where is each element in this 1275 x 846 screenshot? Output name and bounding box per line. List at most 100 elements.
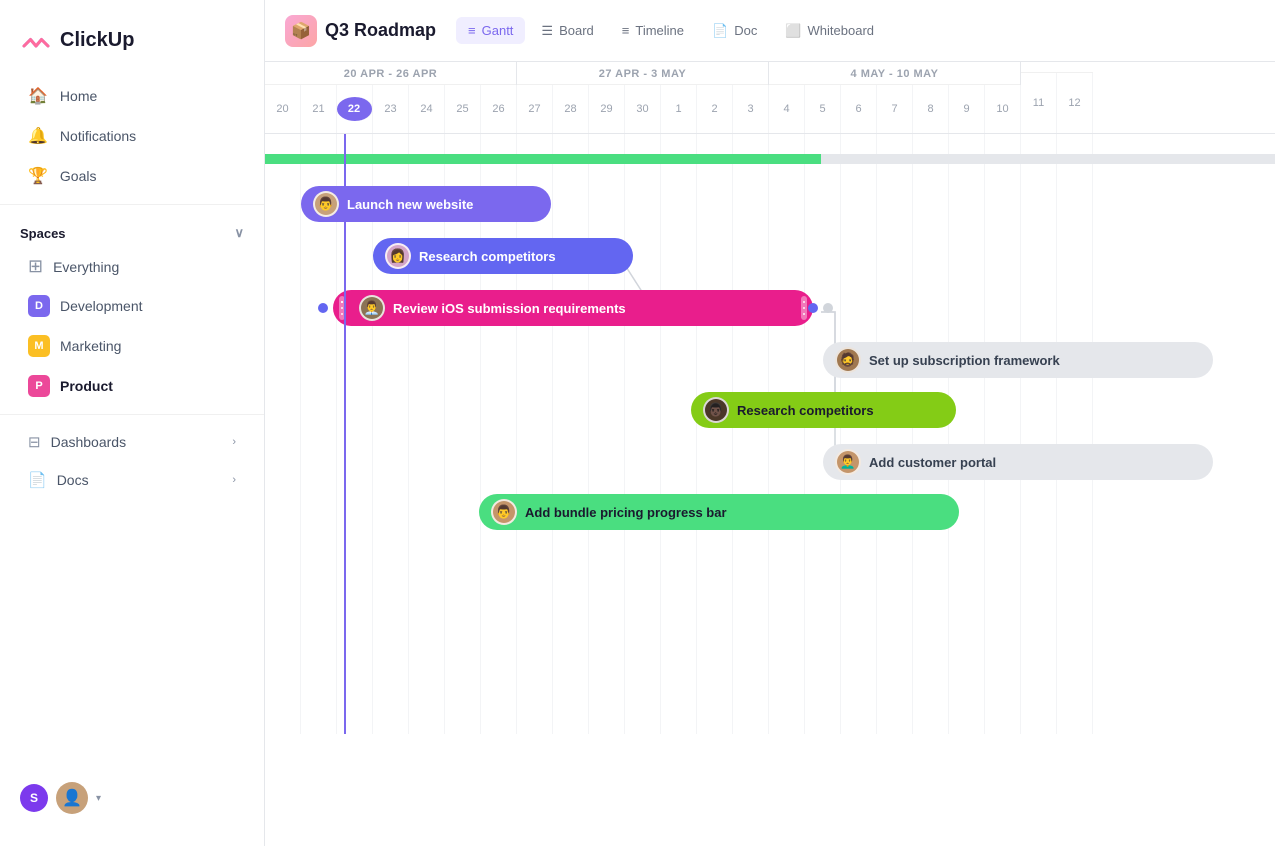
- days-row-4: 11 12: [1021, 73, 1093, 133]
- bar-avatar-research1: 👩: [385, 243, 411, 269]
- trophy-icon: 🏆: [28, 166, 48, 186]
- development-badge: D: [28, 295, 50, 317]
- sidebar-item-notifications-label: Notifications: [60, 128, 136, 144]
- bar-label-ios: Review iOS submission requirements: [393, 301, 626, 316]
- sidebar-item-dashboards[interactable]: ⊟ Dashboards ›: [8, 424, 256, 460]
- sidebar-product-label: Product: [60, 378, 113, 394]
- tab-timeline-label: Timeline: [635, 23, 684, 38]
- chevron-right-icon-2: ›: [232, 474, 236, 486]
- tab-gantt[interactable]: ≡ Gantt: [456, 17, 525, 44]
- day-22: 22: [337, 85, 373, 133]
- tab-board[interactable]: ☰ Board: [529, 17, 605, 45]
- docs-icon: 📄: [28, 471, 47, 489]
- divider-2: [0, 414, 264, 415]
- tab-doc[interactable]: 📄 Doc: [700, 17, 769, 45]
- week-label-1: 20 APR - 26 APR: [265, 62, 516, 85]
- avatar-area: S 👤 ▾: [0, 766, 264, 830]
- chevron-down-icon: ∨: [234, 225, 244, 241]
- spaces-label: Spaces: [20, 226, 66, 241]
- tab-whiteboard[interactable]: ⬜ Whiteboard: [773, 17, 886, 45]
- whiteboard-icon: ⬜: [785, 23, 801, 39]
- days-row-2: 27 28 29 30 1 2 3: [517, 85, 768, 133]
- days-row-1: 20 21 22 23 24 25 26: [265, 85, 516, 133]
- bar-avatar-bundle: 👨: [491, 499, 517, 525]
- bar-subscription[interactable]: 🧔 Set up subscription framework: [823, 342, 1213, 378]
- doc-icon: 📄: [712, 23, 728, 39]
- gantt-icon: ≡: [468, 23, 476, 38]
- sidebar-item-marketing[interactable]: M Marketing: [8, 327, 256, 365]
- bar-avatar-research2: 👨🏿: [703, 397, 729, 423]
- gantt-inner: TODAY �: [265, 134, 1275, 734]
- week-label-4: [1021, 62, 1093, 73]
- clickup-logo-icon: [20, 24, 52, 56]
- day-25: 25: [445, 85, 481, 133]
- bar-customer-portal[interactable]: 👨‍🦱 Add customer portal: [823, 444, 1213, 480]
- week-group-1: 20 APR - 26 APR 20 21 22 23 24 25 26: [265, 62, 517, 133]
- sidebar-development-label: Development: [60, 298, 143, 314]
- day-26: 26: [481, 85, 517, 133]
- bar-launch-website[interactable]: 👨 Launch new website: [301, 186, 551, 222]
- dashboards-icon: ⊟: [28, 433, 41, 451]
- avatar-user: 👤: [56, 782, 88, 814]
- sidebar: ClickUp 🏠 Home 🔔 Notifications 🏆 Goals S…: [0, 0, 265, 846]
- bar-avatar-ios: 👨‍💼: [359, 295, 385, 321]
- sidebar-item-home-label: Home: [60, 88, 97, 104]
- progress-bar-bg: [265, 154, 1275, 164]
- bar-review-ios[interactable]: 👨‍💼 Review iOS submission requirements: [333, 290, 813, 326]
- bar-label-sub: Set up subscription framework: [869, 353, 1060, 368]
- bar-bundle-pricing[interactable]: 👨 Add bundle pricing progress bar: [479, 494, 959, 530]
- marketing-badge: M: [28, 335, 50, 357]
- bar-label-portal: Add customer portal: [869, 455, 996, 470]
- divider-1: [0, 204, 264, 205]
- week-label-3: 4 MAY - 10 MAY: [769, 62, 1020, 85]
- topbar: 📦 Q3 Roadmap ≡ Gantt ☰ Board ≡ Timeline …: [265, 0, 1275, 62]
- tab-gantt-label: Gantt: [482, 23, 514, 38]
- handle-right: [801, 296, 807, 320]
- timeline-icon: ≡: [622, 23, 630, 38]
- sidebar-item-goals-label: Goals: [60, 168, 97, 184]
- main-content: 📦 Q3 Roadmap ≡ Gantt ☰ Board ≡ Timeline …: [265, 0, 1275, 846]
- sidebar-everything-label: Everything: [53, 259, 119, 275]
- sidebar-dashboards-label: Dashboards: [51, 434, 127, 450]
- sidebar-docs-label: Docs: [57, 472, 89, 488]
- home-icon: 🏠: [28, 86, 48, 106]
- day-24: 24: [409, 85, 445, 133]
- sidebar-item-product[interactable]: P Product: [8, 367, 256, 405]
- week-group-3: 4 MAY - 10 MAY 4 5 6 7 8 9 10: [769, 62, 1021, 133]
- sidebar-item-home[interactable]: 🏠 Home: [8, 77, 256, 115]
- bar-research-2[interactable]: 👨🏿 Research competitors: [691, 392, 956, 428]
- bell-icon: 🔔: [28, 126, 48, 146]
- sidebar-item-goals[interactable]: 🏆 Goals: [8, 157, 256, 195]
- sidebar-marketing-label: Marketing: [60, 338, 121, 354]
- avatar-s: S: [20, 784, 48, 812]
- spaces-section-header: Spaces ∨: [0, 213, 264, 247]
- logo-area: ClickUp: [0, 16, 264, 76]
- sidebar-item-docs[interactable]: 📄 Docs ›: [8, 462, 256, 498]
- grid-lines: [265, 134, 1275, 734]
- tab-whiteboard-label: Whiteboard: [808, 23, 874, 38]
- bar-avatar-sub: 🧔: [835, 347, 861, 373]
- tab-timeline[interactable]: ≡ Timeline: [610, 17, 696, 44]
- bar-label-bundle: Add bundle pricing progress bar: [525, 505, 727, 520]
- bar-dot-right: [808, 303, 818, 313]
- sidebar-item-everything[interactable]: ⊞ Everything: [8, 248, 256, 285]
- bar-label-research1: Research competitors: [419, 249, 556, 264]
- day-23: 23: [373, 85, 409, 133]
- view-tabs: ≡ Gantt ☰ Board ≡ Timeline 📄 Doc ⬜ White…: [456, 17, 886, 45]
- sidebar-item-notifications[interactable]: 🔔 Notifications: [8, 117, 256, 155]
- day-22-today: 22: [337, 97, 373, 121]
- bar-research-1[interactable]: 👩 Research competitors: [373, 238, 633, 274]
- day-21: 21: [301, 85, 337, 133]
- day-20: 20: [265, 85, 301, 133]
- gantt-scroll[interactable]: TODAY �: [265, 134, 1275, 846]
- gantt-area: 20 APR - 26 APR 20 21 22 23 24 25 26 27 …: [265, 62, 1275, 846]
- bar-avatar-portal: 👨‍🦱: [835, 449, 861, 475]
- progress-bar-fill: [265, 154, 821, 164]
- sidebar-item-development[interactable]: D Development: [8, 287, 256, 325]
- bar-label-launch: Launch new website: [347, 197, 473, 212]
- bar-label-research2: Research competitors: [737, 403, 874, 418]
- product-badge: P: [28, 375, 50, 397]
- bar-avatar-launch: 👨: [313, 191, 339, 217]
- project-title: Q3 Roadmap: [325, 20, 436, 41]
- date-header: 20 APR - 26 APR 20 21 22 23 24 25 26 27 …: [265, 62, 1275, 134]
